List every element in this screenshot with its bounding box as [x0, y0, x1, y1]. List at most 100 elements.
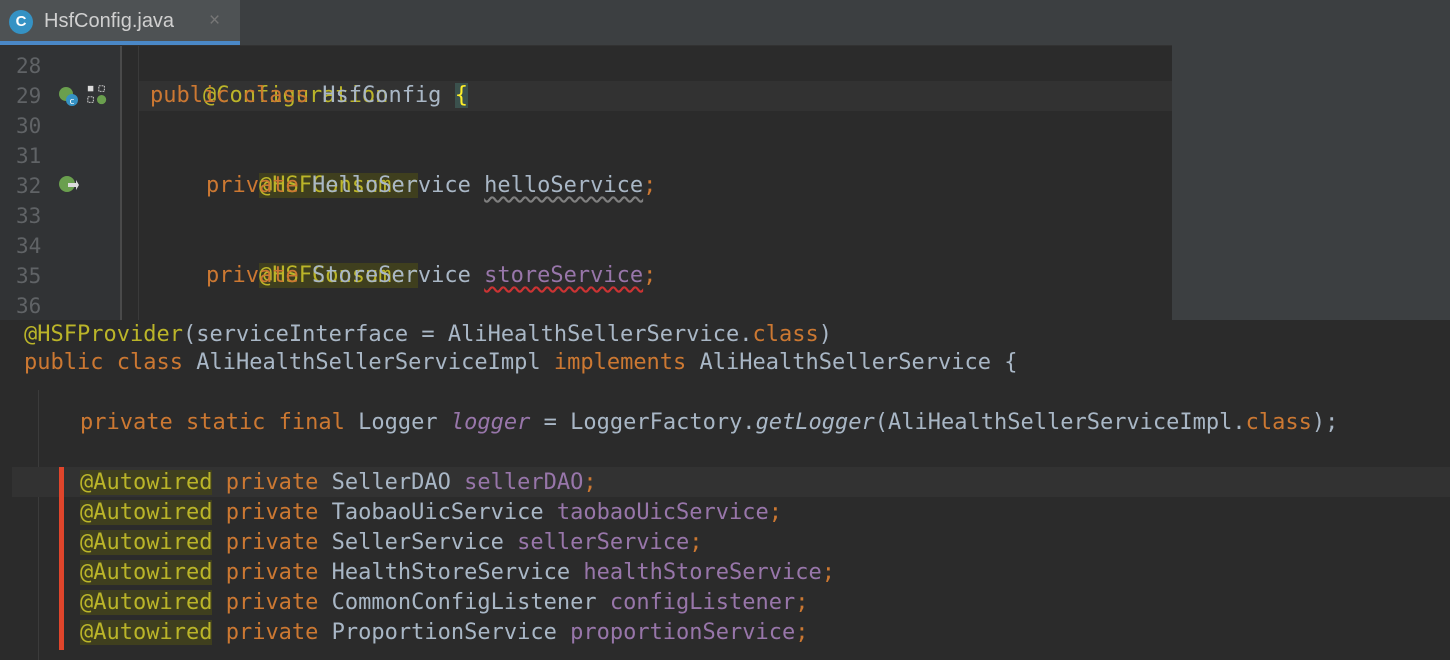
field-store-service[interactable]: storeService — [484, 263, 643, 288]
type-name: SellerService — [331, 530, 504, 555]
brace: { — [1004, 350, 1018, 375]
field-name: taobaoUicService — [556, 500, 769, 525]
structure-icon[interactable] — [86, 84, 108, 106]
semicolon: ; — [821, 560, 836, 585]
code-line-class-decl: public class AliHealthSellerServiceImpl … — [24, 348, 1017, 378]
left-strip — [0, 320, 12, 660]
keyword: class — [1245, 410, 1312, 435]
line-number: 30 — [16, 114, 42, 138]
paren: ( — [182, 322, 197, 347]
type-name: HelloService — [311, 173, 471, 198]
code-line-32: private HelloService helloService; — [206, 171, 656, 201]
tab-label: HsfConfig.java — [44, 10, 175, 32]
annotation-autowired: @Autowired — [80, 560, 213, 585]
annotation-autowired: @Autowired — [80, 590, 213, 615]
operator: = — [408, 322, 448, 347]
tab-hsfconfig-java[interactable]: C HsfConfig.java × — [0, 0, 240, 45]
semicolon: ; — [795, 620, 809, 645]
field-name: proportionService — [570, 620, 796, 645]
line-number: 33 — [16, 204, 42, 228]
semicolon: ; — [689, 530, 703, 555]
keyword: private — [225, 620, 319, 645]
change-marker-bar — [59, 467, 64, 650]
keyword: private static final — [80, 410, 345, 435]
param-name: serviceInterface — [196, 322, 409, 347]
keyword: private — [225, 470, 319, 495]
keyword: private — [225, 530, 319, 555]
type-ref: AliHealthSellerService. — [447, 322, 753, 347]
autowired-line: @Autowired private TaobaoUicService taob… — [80, 498, 782, 528]
interface-name: AliHealthSellerService — [699, 350, 991, 375]
annotation-autowired: @Autowired — [80, 500, 213, 525]
field-name: healthStoreService — [583, 560, 822, 585]
line-number: 36 — [16, 294, 42, 318]
semicolon: ; — [768, 500, 783, 525]
code-line-35: private StoreService storeService; — [206, 261, 656, 291]
paren: ) — [818, 322, 832, 347]
keyword: private — [206, 173, 299, 198]
code-line-31: @HSFConsumer — [206, 141, 418, 198]
field-logger: logger — [450, 410, 531, 435]
field-name: sellerService — [517, 530, 690, 555]
java-class-icon: C — [9, 10, 33, 34]
class-name: AliHealthSellerServiceImpl — [196, 350, 541, 375]
type-name: TaobaoUicService — [331, 500, 544, 525]
field-name: configListener — [609, 590, 796, 615]
field-hello-service[interactable]: helloService — [484, 173, 643, 198]
semicolon: ; — [795, 590, 809, 615]
keyword: class — [242, 83, 309, 108]
autowired-line: @Autowired private SellerDAO sellerDAO; — [80, 468, 597, 498]
line-number: 28 — [16, 54, 42, 78]
class-name: HsfConfig — [322, 83, 442, 108]
argument: (AliHealthSellerServiceImpl. — [874, 410, 1246, 435]
annotation-autowired: @Autowired — [80, 470, 213, 495]
type-name: HealthStoreService — [331, 560, 571, 585]
method-call: getLogger — [755, 410, 875, 435]
editor-top-side-panel — [1172, 0, 1450, 320]
keyword: class — [116, 350, 183, 375]
keyword: public — [150, 83, 230, 108]
close-icon[interactable]: × — [209, 10, 220, 32]
editor-top: C HsfConfig.java × 28 29 30 31 32 33 34 … — [0, 0, 1172, 320]
svg-text:c: c — [70, 97, 75, 107]
line-number: 29 — [16, 84, 42, 108]
type-name: Logger — [358, 410, 438, 435]
field-name: sellerDAO — [464, 470, 584, 495]
keyword: private — [225, 560, 319, 585]
autowired-line: @Autowired private SellerService sellerS… — [80, 528, 703, 558]
keyword: implements — [553, 350, 687, 375]
tab-bar: C HsfConfig.java × — [0, 0, 1172, 46]
autowired-line: @Autowired private ProportionService pro… — [80, 618, 809, 648]
line-number: 31 — [16, 144, 42, 168]
keyword: class — [752, 322, 819, 347]
type-name: ProportionService — [331, 620, 557, 645]
gutter-divider — [120, 46, 122, 320]
autowired-line: @Autowired private HealthStoreService he… — [80, 558, 835, 588]
code-line-29: public class HsfConfig { — [150, 81, 468, 111]
editor-bottom: @HSFProvider(serviceInterface = AliHealt… — [0, 320, 1450, 660]
keyword: public — [24, 350, 104, 375]
type-name: SellerDAO — [331, 470, 451, 495]
type-name: StoreService — [311, 263, 471, 288]
code-line-34: @HSFConsumer — [206, 231, 418, 288]
semicolon: ; — [643, 263, 657, 288]
semicolon: ; — [643, 173, 657, 198]
annotation-hsfprovider: @HSFProvider — [24, 322, 183, 347]
statement-end: ); — [1311, 410, 1339, 435]
indent-guide — [38, 390, 39, 660]
line-number: 32 — [16, 174, 42, 198]
operator: = — [530, 410, 571, 435]
code-line-hsfprovider: @HSFProvider(serviceInterface = AliHealt… — [24, 320, 832, 350]
keyword: private — [225, 500, 319, 525]
line-number: 34 — [16, 234, 42, 258]
annotation-autowired: @Autowired — [80, 530, 213, 555]
keyword: private — [225, 590, 319, 615]
spring-bean-icon[interactable]: c — [57, 85, 79, 107]
code-line-logger: private static final Logger logger = Log… — [80, 408, 1338, 438]
code-line-28: @Configuration — [150, 51, 388, 108]
spring-autowire-icon[interactable] — [57, 174, 79, 196]
matched-brace: { — [454, 83, 468, 108]
type-ref: LoggerFactory. — [570, 410, 756, 435]
annotation-autowired: @Autowired — [80, 620, 213, 645]
semicolon: ; — [583, 470, 597, 495]
